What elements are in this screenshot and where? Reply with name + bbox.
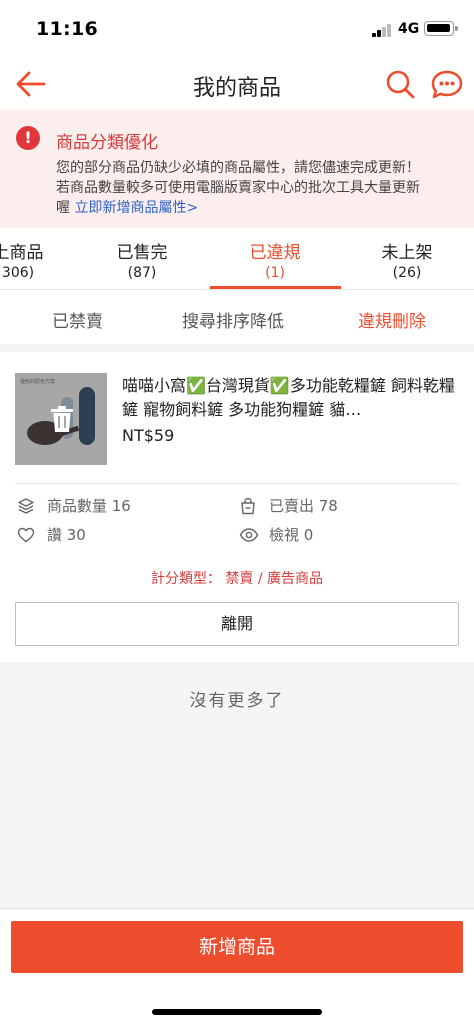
stat-sold: 已賣出 78 bbox=[239, 496, 439, 516]
status-bar: 11:16 4G bbox=[0, 0, 474, 58]
tab-sold-out[interactable]: 已售完 (87) bbox=[82, 238, 202, 281]
shopping-bag-icon bbox=[241, 497, 255, 515]
violation-type: 計分類型： 禁賣 / 廣告商品 bbox=[150, 571, 324, 587]
notice-line-2: 若商品數量較多可使用電腦版賣家中心的批次工具大量更新 bbox=[56, 180, 420, 196]
stat-views: 檢視 0 bbox=[239, 525, 439, 545]
status-time: 11:16 bbox=[36, 18, 98, 40]
stat-quantity: 商品數量 16 bbox=[17, 496, 217, 516]
signal-icon bbox=[372, 24, 392, 37]
product-price: NT$59 bbox=[122, 426, 175, 445]
subtab-banned[interactable]: 已禁賣 bbox=[52, 307, 103, 332]
tab-unlisted[interactable]: 未上架 (26) bbox=[347, 238, 467, 281]
tab-live[interactable]: 上商品 306) bbox=[0, 238, 78, 281]
search-icon[interactable] bbox=[384, 68, 416, 100]
network-type: 4G bbox=[398, 21, 420, 37]
subtab-deleted[interactable]: 違規刪除 bbox=[358, 307, 426, 332]
status-tabs: 上商品 306) 已售完 (87) 已違規 (1) 未上架 (26) bbox=[0, 228, 474, 290]
product-image[interactable]: 優色的配色方案 bbox=[15, 373, 107, 465]
notice-body: 您的部分商品仍缺少必填的商品屬性，請您儘速完成更新！ 若商品數量較多可使用電腦版… bbox=[56, 158, 474, 218]
notice-line-3: 喔 bbox=[56, 200, 70, 216]
add-attributes-link[interactable]: 立即新增商品屬性> bbox=[74, 200, 198, 216]
layers-icon bbox=[18, 498, 34, 514]
tab-violation[interactable]: 已違規 (1) bbox=[215, 238, 335, 281]
violation-subtabs: 已禁賣 搜尋排序降低 違規刪除 bbox=[0, 290, 474, 344]
subtab-search-lowered[interactable]: 搜尋排序降低 bbox=[182, 307, 284, 332]
home-indicator[interactable] bbox=[152, 1009, 322, 1015]
chat-icon[interactable] bbox=[430, 68, 464, 100]
image-caption: 優色的配色方案 bbox=[20, 379, 56, 385]
product-name[interactable]: 喵喵小窩✅台灣現貨✅多功能乾糧鏟 飼料乾糧鏟 寵物飼料鏟 多功能狗糧鏟 貓… bbox=[122, 374, 462, 422]
trash-icon bbox=[49, 405, 75, 433]
product-card: 優色的配色方案 喵喵小窩✅台灣現貨✅多功能乾糧鏟 飼料乾糧鏟 寵物飼料鏟 多功能… bbox=[0, 352, 474, 662]
nav-bar: 我的商品 bbox=[0, 58, 474, 110]
category-notice: ! 商品分類優化 您的部分商品仍缺少必填的商品屬性，請您儘速完成更新！ 若商品數… bbox=[0, 110, 474, 228]
notice-line-1: 您的部分商品仍缺少必填的商品屬性，請您儘速完成更新！ bbox=[56, 160, 420, 176]
active-tab-indicator bbox=[210, 286, 341, 289]
leave-button[interactable]: 離開 bbox=[15, 602, 459, 646]
eye-icon bbox=[239, 528, 259, 542]
alert-icon: ! bbox=[16, 126, 40, 150]
stat-likes: 讚 30 bbox=[17, 525, 217, 545]
notice-title: 商品分類優化 bbox=[56, 133, 158, 153]
add-product-button[interactable]: 新增商品 bbox=[11, 921, 463, 973]
bottom-bar: 新增商品 bbox=[0, 908, 474, 1026]
battery-icon bbox=[424, 21, 454, 36]
end-of-list-text: 沒有更多了 bbox=[189, 691, 285, 711]
heart-icon bbox=[17, 527, 35, 543]
divider bbox=[15, 483, 459, 484]
